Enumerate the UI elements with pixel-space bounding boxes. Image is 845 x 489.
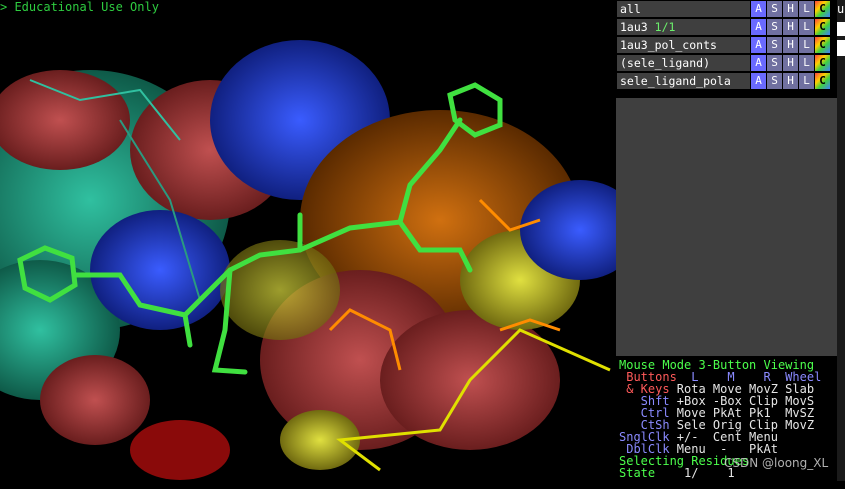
hide-button[interactable]: H <box>783 73 798 89</box>
label-button[interactable]: L <box>799 55 814 71</box>
object-name[interactable]: sele_ligand_pola <box>617 73 750 90</box>
hide-button[interactable]: H <box>783 19 798 35</box>
object-name[interactable]: 1au3_pol_conts <box>617 37 750 54</box>
molecular-viewport[interactable]: > Educational Use Only <box>0 0 616 481</box>
adjacent-window-edge <box>837 0 845 481</box>
action-button[interactable]: A <box>751 19 766 35</box>
adjacent-window-field <box>837 22 845 36</box>
label-button[interactable]: L <box>799 73 814 89</box>
object-state: 1/1 <box>654 20 676 34</box>
adjacent-window-field <box>837 40 845 56</box>
color-button[interactable]: C <box>815 73 830 89</box>
state-indicator: State 1/ 1 <box>619 466 735 480</box>
adjacent-window-text: u <box>837 2 845 16</box>
object-row-sele-ligand[interactable]: (sele_ligand) A S H L C <box>616 55 837 72</box>
show-button[interactable]: S <box>767 37 782 53</box>
color-button[interactable]: C <box>815 37 830 53</box>
hide-button[interactable]: H <box>783 1 798 17</box>
color-button[interactable]: C <box>815 19 830 35</box>
action-button[interactable]: A <box>751 37 766 53</box>
object-row-1au3-pol-conts[interactable]: 1au3_pol_conts A S H L C <box>616 37 837 54</box>
label-button[interactable]: L <box>799 19 814 35</box>
action-button[interactable]: A <box>751 55 766 71</box>
object-row-all[interactable]: all A S H L C <box>616 1 837 18</box>
hide-button[interactable]: H <box>783 55 798 71</box>
object-name[interactable]: all <box>617 1 750 18</box>
action-button[interactable]: A <box>751 1 766 17</box>
object-row-sele-ligand-pola[interactable]: sele_ligand_pola A S H L C <box>616 73 837 90</box>
show-button[interactable]: S <box>767 73 782 89</box>
action-button[interactable]: A <box>751 73 766 89</box>
watermark: CSDN @loong_XL <box>724 456 829 470</box>
molecule-render <box>0 40 616 480</box>
object-panel-empty-area <box>616 98 837 356</box>
show-button[interactable]: S <box>767 19 782 35</box>
educational-use-banner: > Educational Use Only <box>0 0 159 14</box>
show-button[interactable]: S <box>767 1 782 17</box>
object-name[interactable]: 1au3 1/1 <box>617 19 750 36</box>
color-button[interactable]: C <box>815 1 830 17</box>
hide-button[interactable]: H <box>783 37 798 53</box>
object-name[interactable]: (sele_ligand) <box>617 55 750 72</box>
show-button[interactable]: S <box>767 55 782 71</box>
label-button[interactable]: L <box>799 1 814 17</box>
label-button[interactable]: L <box>799 37 814 53</box>
color-button[interactable]: C <box>815 55 830 71</box>
object-row-1au3[interactable]: 1au3 1/1 A S H L C <box>616 19 837 36</box>
